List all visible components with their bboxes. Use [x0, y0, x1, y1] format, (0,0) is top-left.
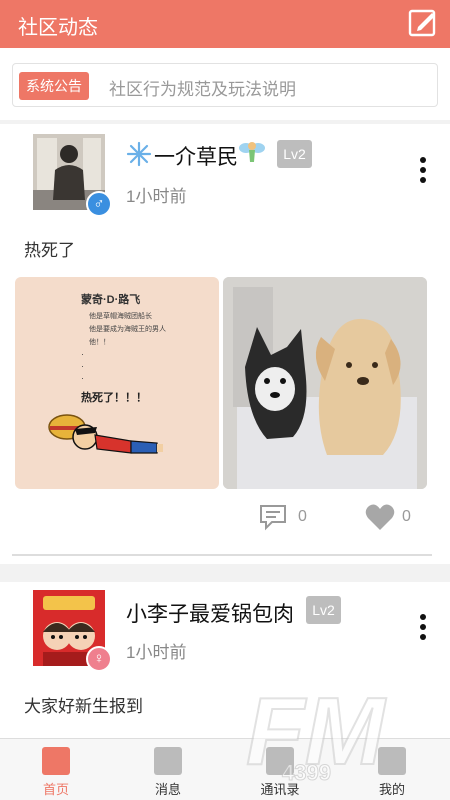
meme-line: ·: [81, 361, 84, 371]
luffy-illustration: [48, 414, 163, 454]
announcement-bar[interactable]: 系统公告 社区行为规范及玩法说明: [12, 63, 438, 107]
female-gender-icon: ♀: [86, 646, 112, 672]
tab-contacts[interactable]: 通讯录: [240, 739, 320, 800]
meme-title: 蒙奇·D·路飞: [81, 294, 141, 306]
notice-tag: 系统公告: [19, 72, 89, 100]
tab-label: 通讯录: [260, 782, 300, 797]
post-content: 热死了: [24, 241, 75, 260]
heart-icon[interactable]: [364, 502, 396, 532]
more-options-icon[interactable]: [418, 157, 428, 187]
tab-messages[interactable]: 消息: [128, 739, 208, 800]
bottom-tab-bar: 首页 消息 通讯录 我的: [0, 738, 450, 800]
post-time: 1小时前: [126, 187, 187, 206]
divider: [12, 554, 432, 556]
tab-label: 我的: [378, 782, 405, 797]
male-gender-icon: ♂: [86, 191, 112, 217]
level-badge: Lv2: [306, 596, 341, 624]
contacts-icon: [266, 747, 294, 775]
notice-section: 系统公告 社区行为规范及玩法说明: [0, 48, 450, 120]
meme-line: ·: [81, 349, 84, 359]
puppies-photo: [223, 277, 427, 489]
more-options-icon[interactable]: [418, 614, 428, 644]
meme-punchline: 热死了！！！: [81, 392, 147, 404]
meme-line: 他！！: [89, 339, 110, 346]
tab-profile[interactable]: 我的: [352, 739, 432, 800]
notice-text: 社区行为规范及玩法说明: [109, 80, 296, 99]
username[interactable]: 一介草民: [154, 141, 238, 171]
fairy-icon: [239, 142, 265, 162]
tab-label: 消息: [154, 782, 181, 797]
post-time: 1小时前: [126, 643, 187, 662]
snowflake-icon: [126, 141, 152, 167]
post-content: 大家好新生报到: [24, 697, 143, 716]
meme-line: 他是草帽海贼团船长: [89, 313, 152, 320]
comment-icon[interactable]: [258, 502, 288, 532]
post-card[interactable]: ♂ 一介草民 Lv2 1小时前 热死了 蒙奇·D·路飞 他是草帽海贼团船长 他是…: [0, 124, 450, 564]
post-image[interactable]: 蒙奇·D·路飞 他是草帽海贼团船长 他是要成为海贼王的男人 他！！ · · · …: [15, 277, 219, 489]
edit-icon[interactable]: [408, 8, 438, 38]
camera-aperture-icon: [42, 747, 70, 775]
username[interactable]: 小李子最爱锅包肉: [126, 598, 294, 628]
post-image[interactable]: [223, 277, 427, 489]
post-card[interactable]: ♀ 小李子最爱锅包肉 Lv2 1小时前 大家好新生报到: [0, 582, 450, 740]
tab-label: 首页: [42, 782, 69, 797]
meme-line: 他是要成为海贼王的男人: [89, 326, 166, 333]
comment-count: 0: [298, 508, 307, 525]
like-count: 0: [402, 508, 411, 525]
tab-home[interactable]: 首页: [16, 739, 96, 800]
top-bar: 社区动态: [0, 0, 450, 48]
bell-icon: [154, 747, 182, 775]
meme-line: ·: [81, 373, 84, 383]
level-badge: Lv2: [277, 140, 312, 168]
page-title: 社区动态: [18, 17, 98, 39]
user-icon: [378, 747, 406, 775]
